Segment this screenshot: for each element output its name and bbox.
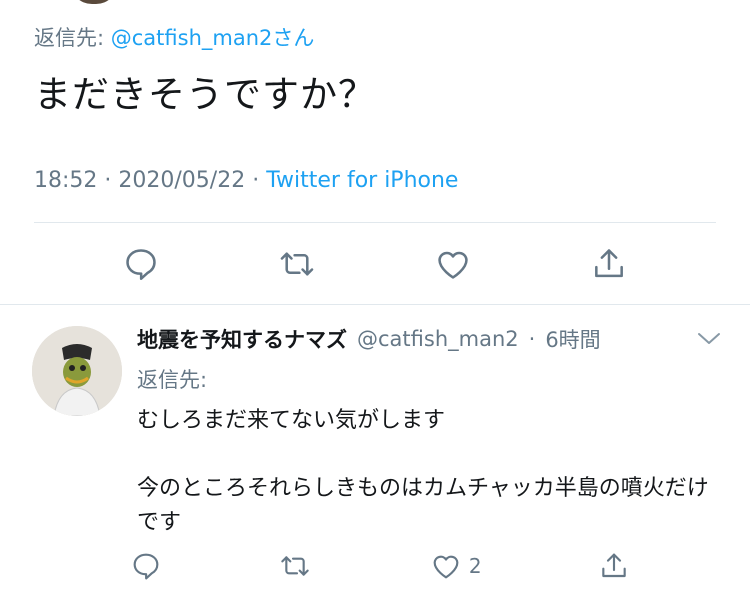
like-icon: [433, 555, 459, 579]
divider: [34, 222, 716, 223]
meta-separator-2: ·: [252, 168, 260, 193]
share-button[interactable]: [590, 245, 628, 283]
tweet-time: 18:52: [34, 168, 98, 193]
reply-to-handle[interactable]: @catfish_man2さん: [111, 26, 315, 50]
reply-to-label: 返信先:: [34, 26, 105, 50]
reply-line: むしろまだ来てない気がします: [137, 408, 446, 433]
tweet-age[interactable]: 6時間: [545, 324, 600, 354]
share-icon: [594, 249, 623, 278]
reply-to-line: 返信先: @catfish_man2さん: [34, 22, 314, 52]
reply-to-line: 返信先:: [137, 364, 207, 394]
avatar[interactable]: [32, 326, 122, 416]
tweet-source[interactable]: Twitter for iPhone: [266, 168, 458, 193]
like-icon: [438, 251, 468, 279]
reply-line: 今のところそれらしきものはカムチャッカ半島の噴火だけです: [137, 476, 709, 535]
reply-button[interactable]: [130, 550, 162, 582]
reply-text: むしろまだ来てない気がします 今のところそれらしきものはカムチャッカ半島の噴火だ…: [137, 404, 717, 540]
meta-separator: ·: [104, 168, 112, 193]
retweet-icon: [280, 252, 314, 276]
share-icon: [602, 553, 626, 578]
reply-icon: [133, 553, 159, 580]
display-name[interactable]: 地震を予知するナマズ: [137, 324, 347, 354]
header-separator: ·: [528, 327, 536, 351]
retweet-icon: [281, 556, 310, 576]
reply-header: 地震を予知するナマズ @catfish_man2 · 6時間: [137, 324, 601, 354]
previous-author-avatar[interactable]: [70, 0, 118, 4]
chevron-down-icon[interactable]: [696, 328, 722, 348]
avatar-image: [32, 326, 122, 416]
like-button[interactable]: 2: [429, 550, 482, 582]
retweet-button[interactable]: [277, 245, 317, 283]
tweet-text: まだきそうですか？: [34, 73, 376, 116]
tweet-date: 2020/05/22: [118, 168, 246, 193]
reply-action-bar: 2: [0, 544, 750, 588]
tweet-action-bar: [0, 240, 750, 288]
user-handle[interactable]: @catfish_man2: [357, 327, 519, 351]
retweet-button[interactable]: [278, 550, 312, 582]
tweet-meta: 18:52 · 2020/05/22 · Twitter for iPhone: [34, 168, 458, 193]
divider: [0, 304, 750, 305]
reply-to-label: 返信先:: [137, 368, 208, 392]
reply-button[interactable]: [122, 245, 160, 283]
like-button[interactable]: [433, 245, 473, 283]
share-button[interactable]: [598, 550, 630, 582]
like-count: 2: [468, 554, 482, 578]
reply-icon: [126, 249, 156, 280]
